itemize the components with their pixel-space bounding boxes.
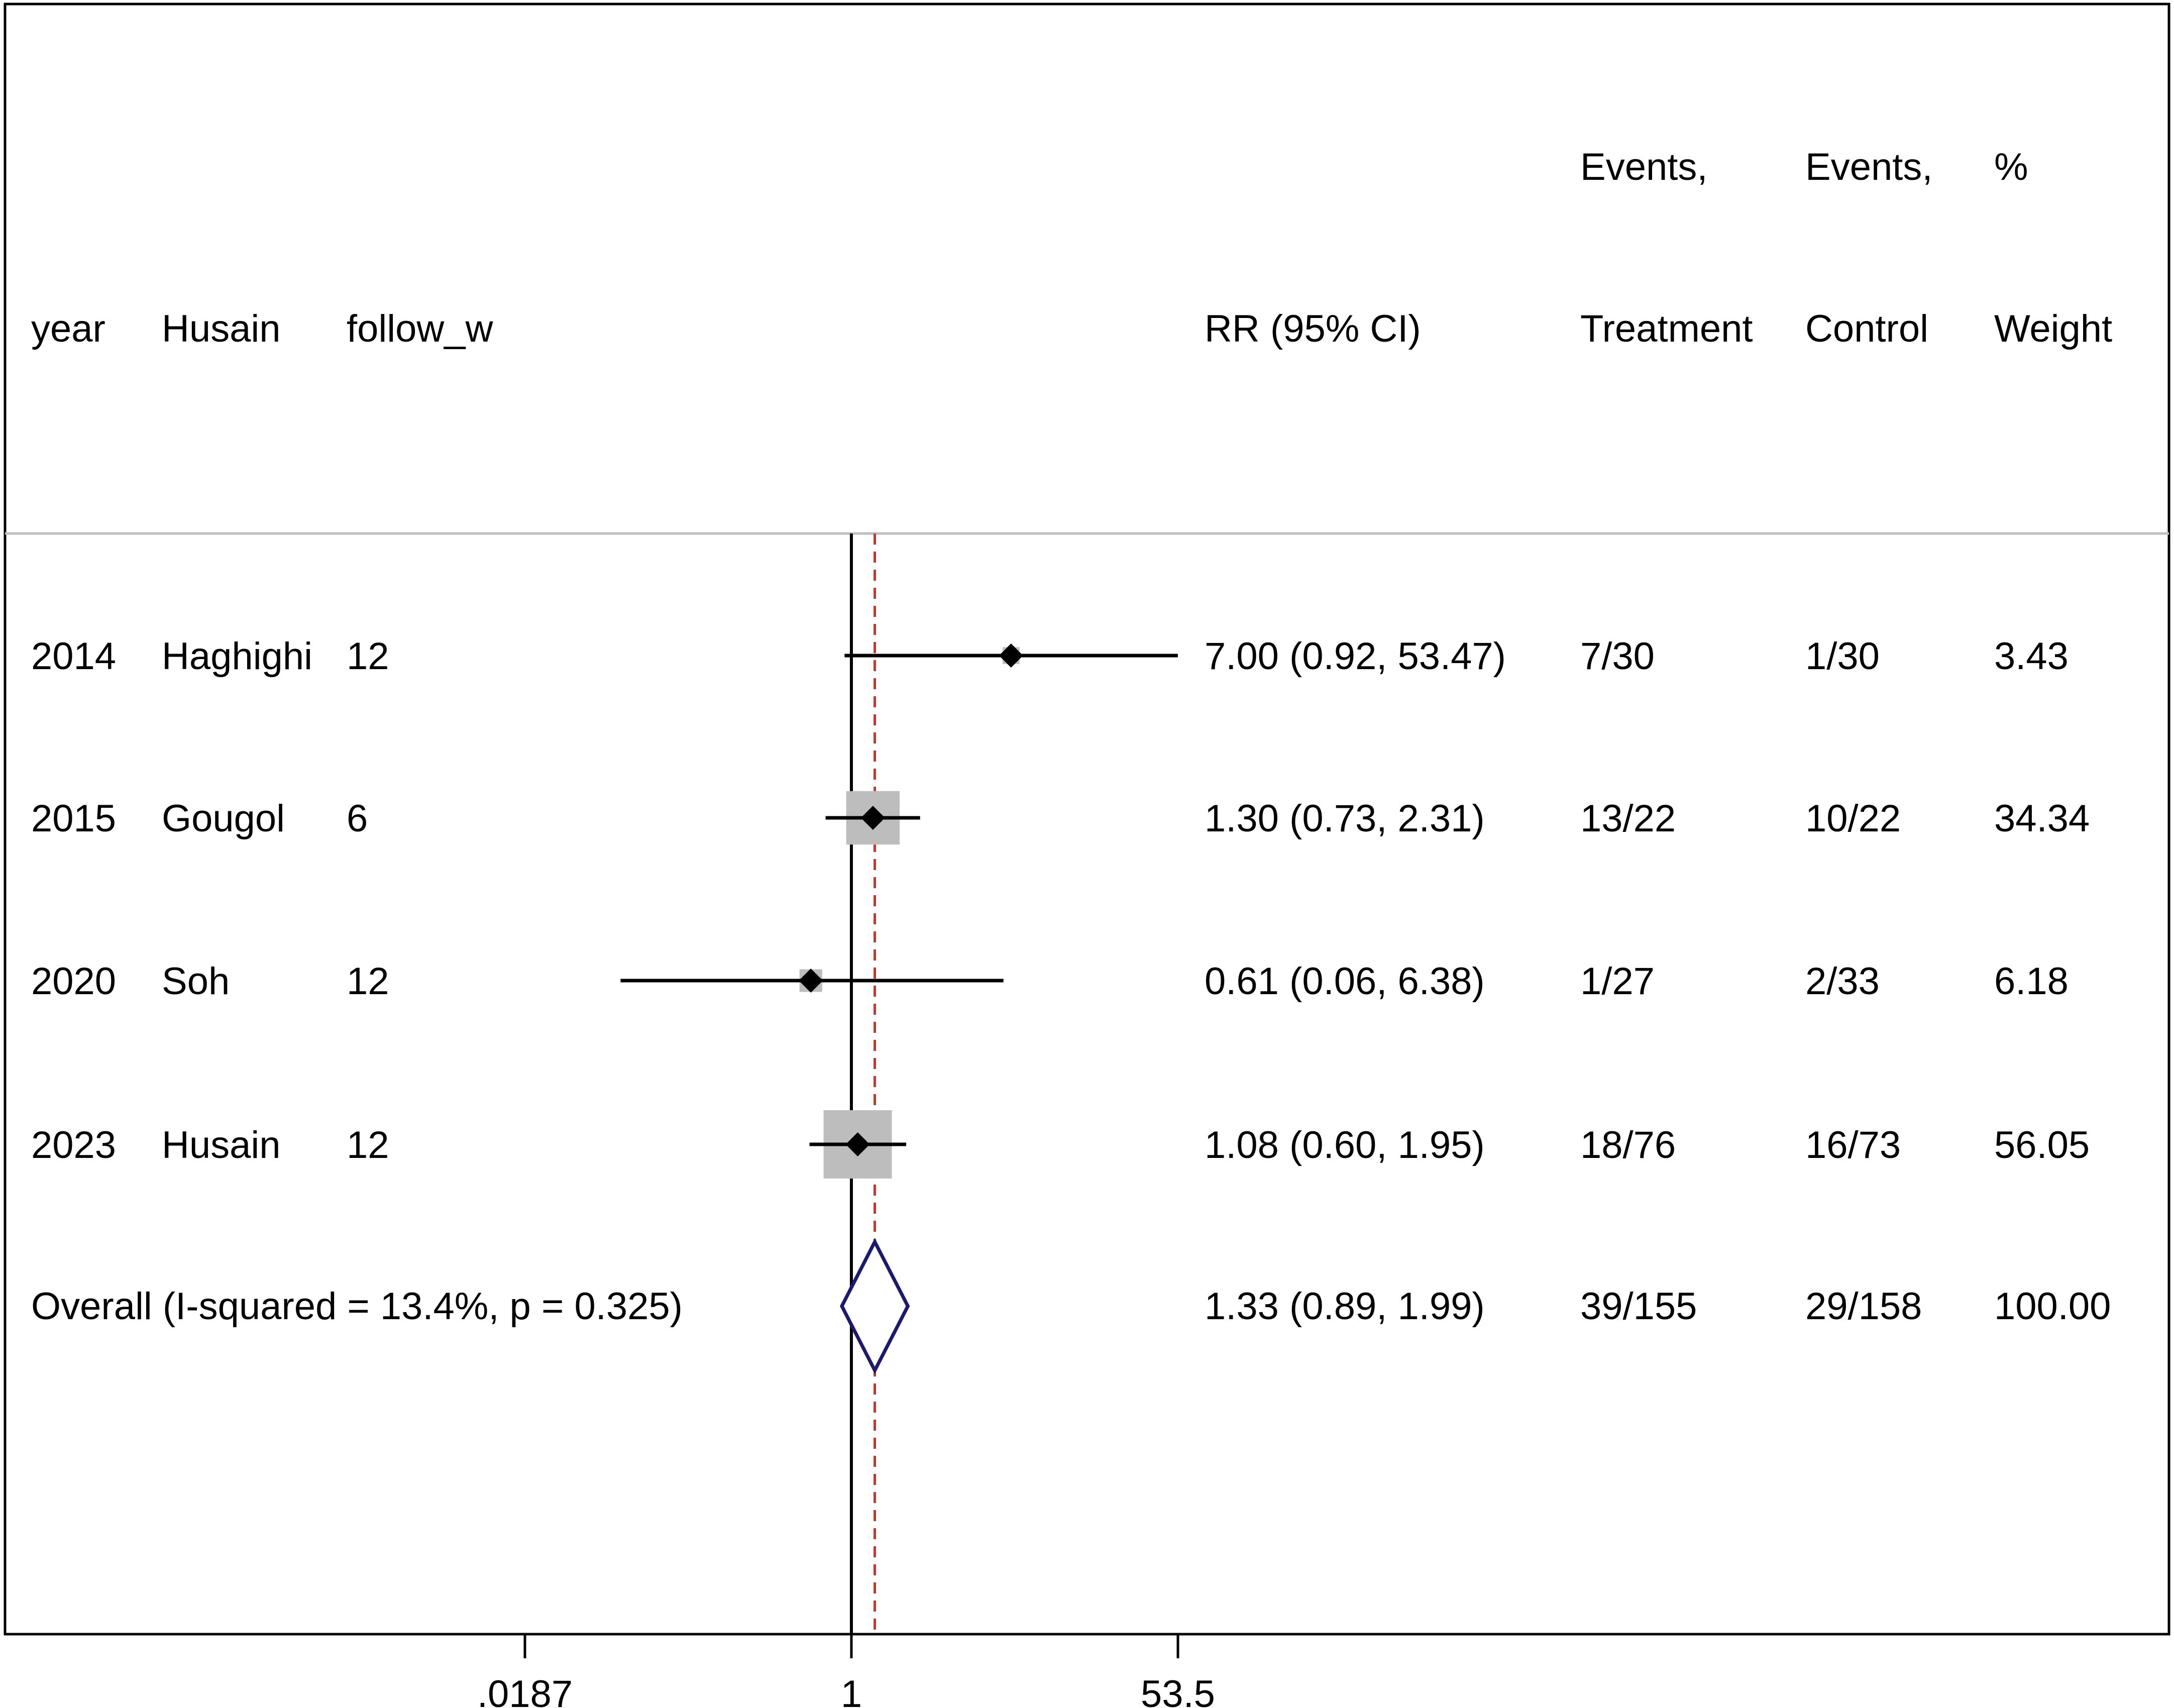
study-row: 2020 Soh 12 0.61 (0.06, 6.38) 1/27 2/33 6.18 [31, 960, 2069, 1003]
col-rr-header: RR (95% CI) [1205, 307, 1421, 350]
x-axis: .0187 1 53.5 [477, 1634, 1215, 1708]
study-year: 2015 [31, 797, 116, 840]
study-weight: 6.18 [1994, 960, 2069, 1003]
overall-rr-text: 1.33 (0.89, 1.99) [1205, 1285, 1485, 1328]
col-control-header-bottom: Control [1805, 307, 1928, 350]
study-row: 2023 Husain 12 1.08 (0.60, 1.95) 18/76 16/73 5… [31, 1110, 2090, 1179]
forest-plot: year Husain follow_w RR (95% CI) Events,… [4, 3, 2170, 1708]
study-name: Haghighi [162, 635, 312, 678]
study-follow: 12 [347, 635, 389, 678]
study-row: 2014 Haghighi 12 7.00 (0.92, 53.47) 7/30 1/30… [31, 635, 2069, 678]
study-rows: 2014 Haghighi 12 7.00 (0.92, 53.47) 7/30 1/30… [31, 635, 2090, 1179]
overall-treatment: 39/155 [1580, 1285, 1697, 1328]
col-weight-header-bottom: Weight [1994, 307, 2112, 350]
study-rr-text: 1.08 (0.60, 1.95) [1205, 1124, 1485, 1166]
col-year-header: year [31, 307, 105, 350]
study-treatment: 7/30 [1580, 635, 1655, 678]
col-follow-header: follow_w [347, 307, 494, 350]
study-rr-text: 7.00 (0.92, 53.47) [1205, 635, 1506, 678]
study-control: 10/22 [1805, 797, 1901, 840]
study-follow: 6 [347, 797, 368, 840]
study-year: 2020 [31, 960, 116, 1003]
study-weight: 3.43 [1994, 635, 2069, 678]
col-weight-header-top: % [1994, 146, 2028, 188]
col-study-header: Husain [162, 307, 281, 350]
study-weight: 34.34 [1994, 797, 2090, 840]
study-treatment: 1/27 [1580, 960, 1655, 1003]
study-rr-text: 1.30 (0.73, 2.31) [1205, 797, 1485, 840]
study-follow: 12 [347, 1124, 389, 1166]
study-year: 2014 [31, 635, 116, 678]
study-name: Soh [162, 960, 230, 1003]
study-control: 16/73 [1805, 1124, 1901, 1166]
overall-label: Overall (I-squared = 13.4%, p = 0.325) [31, 1285, 683, 1328]
study-name: Husain [162, 1124, 281, 1166]
col-treatment-header-bottom: Treatment [1580, 307, 1753, 350]
x-tick-label: .0187 [477, 1673, 573, 1708]
study-name: Gougol [162, 797, 285, 840]
x-tick-label: 53.5 [1141, 1673, 1215, 1708]
study-row: 2015 Gougol 6 1.30 (0.73, 2.31) 13/22 10/22 34… [31, 791, 2090, 845]
col-treatment-header-top: Events, [1580, 146, 1707, 188]
study-control: 2/33 [1805, 960, 1880, 1003]
study-year: 2023 [31, 1124, 116, 1166]
study-follow: 12 [347, 960, 389, 1003]
study-treatment: 18/76 [1580, 1124, 1676, 1166]
study-treatment: 13/22 [1580, 797, 1676, 840]
overall-weight: 100.00 [1994, 1285, 2111, 1328]
study-rr-text: 0.61 (0.06, 6.38) [1205, 960, 1485, 1003]
x-tick-label: 1 [841, 1673, 862, 1708]
study-control: 1/30 [1805, 635, 1880, 678]
col-control-header-top: Events, [1805, 146, 1932, 188]
study-weight: 56.05 [1994, 1124, 2090, 1166]
overall-control: 29/158 [1805, 1285, 1922, 1328]
